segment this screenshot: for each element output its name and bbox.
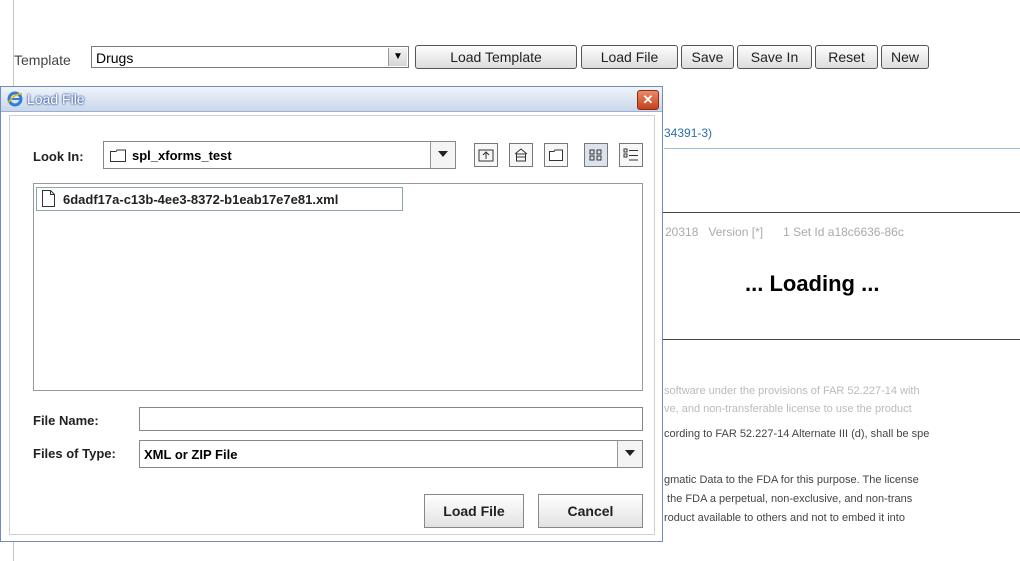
save-in-button[interactable]: Save In (737, 45, 812, 69)
list-item[interactable]: 6dadf17a-c13b-4ee3-8372-b1eab17e7e81.xml (36, 187, 403, 211)
reset-button[interactable]: Reset (815, 45, 878, 69)
up-folder-button[interactable] (474, 143, 498, 167)
details-view-icon (623, 148, 638, 161)
template-select-value: Drugs (96, 50, 134, 66)
new-button[interactable]: New (881, 45, 929, 69)
look-in-value: spl_xforms_test (132, 148, 232, 163)
close-button[interactable]: ✕ (637, 90, 659, 110)
load-template-button[interactable]: Load Template (415, 45, 577, 69)
chevron-down-icon[interactable]: ▼ (388, 48, 407, 66)
license-text-line: ve, and non-transferable license to use … (664, 403, 912, 415)
chevron-down-icon[interactable] (617, 441, 642, 467)
details-view-button[interactable] (619, 143, 643, 167)
save-button[interactable]: Save (681, 45, 734, 69)
up-folder-icon (478, 149, 494, 162)
document-preview-panel: 20318 Version [*] 1 Set Id a18c6636-86c … (660, 212, 1020, 340)
load-file-confirm-button[interactable]: Load File (424, 494, 524, 528)
license-text-line: cording to FAR 52.227-14 Alternate III (… (664, 428, 930, 440)
license-text-line: software under the provisions of FAR 52.… (664, 385, 920, 397)
new-folder-icon (549, 149, 563, 161)
dialog-title: Load File (27, 91, 85, 107)
license-text-line: gmatic Data to the FDA for this purpose.… (664, 474, 919, 486)
file-list[interactable]: 6dadf17a-c13b-4ee3-8372-b1eab17e7e81.xml (33, 183, 643, 391)
files-of-type-value: XML or ZIP File (144, 447, 238, 462)
ie-icon (7, 91, 23, 107)
files-of-type-label: Files of Type: (33, 446, 116, 461)
look-in-combo[interactable]: spl_xforms_test (103, 141, 456, 169)
load-file-button[interactable]: Load File (581, 45, 678, 69)
file-icon (42, 190, 55, 207)
list-view-button[interactable] (584, 143, 608, 167)
license-text-line: roduct available to others and not to em… (664, 512, 905, 524)
section-divider (664, 148, 1020, 149)
list-view-icon (589, 149, 602, 161)
license-text-line: the FDA a perpetual, non-exclusive, and … (664, 493, 913, 505)
home-icon (514, 148, 528, 162)
close-icon: ✕ (642, 92, 654, 107)
template-select[interactable]: Drugs ▼ (91, 46, 409, 68)
files-of-type-combo[interactable]: XML or ZIP File (139, 440, 643, 468)
file-name-label: File Name: (33, 413, 99, 428)
document-id-link[interactable]: 34391-3) (664, 126, 712, 140)
file-name-field[interactable] (139, 407, 643, 431)
new-folder-button[interactable] (544, 143, 568, 167)
home-button[interactable] (509, 143, 533, 167)
cancel-button[interactable]: Cancel (538, 494, 643, 528)
template-label: Template (14, 52, 71, 68)
dialog-title-bar[interactable]: Load File ✕ (1, 87, 662, 112)
look-in-label: Look In: (33, 149, 84, 164)
version-info: 20318 Version [*] 1 Set Id a18c6636-86c (665, 225, 904, 239)
loading-indicator: ... Loading ... (745, 271, 880, 296)
file-name: 6dadf17a-c13b-4ee3-8372-b1eab17e7e81.xml (63, 192, 339, 207)
chevron-down-icon[interactable] (430, 142, 455, 168)
folder-icon (110, 149, 126, 162)
